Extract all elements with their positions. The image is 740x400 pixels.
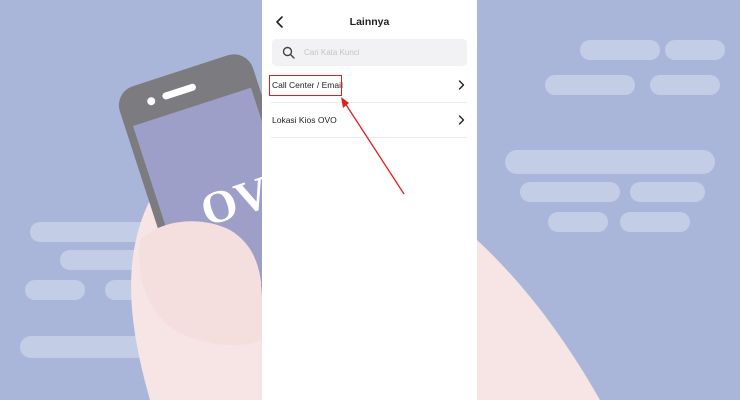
menu-item-label: Call Center / Email <box>272 80 343 90</box>
search-icon <box>282 46 295 59</box>
page-title: Lainnya <box>349 16 390 28</box>
menu-item-lokasi-kios[interactable]: Lokasi Kios OVO <box>271 103 467 138</box>
chevron-right-icon <box>458 80 465 90</box>
phone-screen: Lainnya Call Center / Email Lokasi Kios … <box>262 0 477 400</box>
search-bar[interactable] <box>272 39 467 66</box>
menu-list: Call Center / Email Lokasi Kios OVO <box>262 68 477 138</box>
menu-item-call-center[interactable]: Call Center / Email <box>271 68 467 103</box>
search-input[interactable] <box>304 44 454 61</box>
chevron-right-icon <box>458 115 465 125</box>
menu-item-label: Lokasi Kios OVO <box>272 115 337 125</box>
